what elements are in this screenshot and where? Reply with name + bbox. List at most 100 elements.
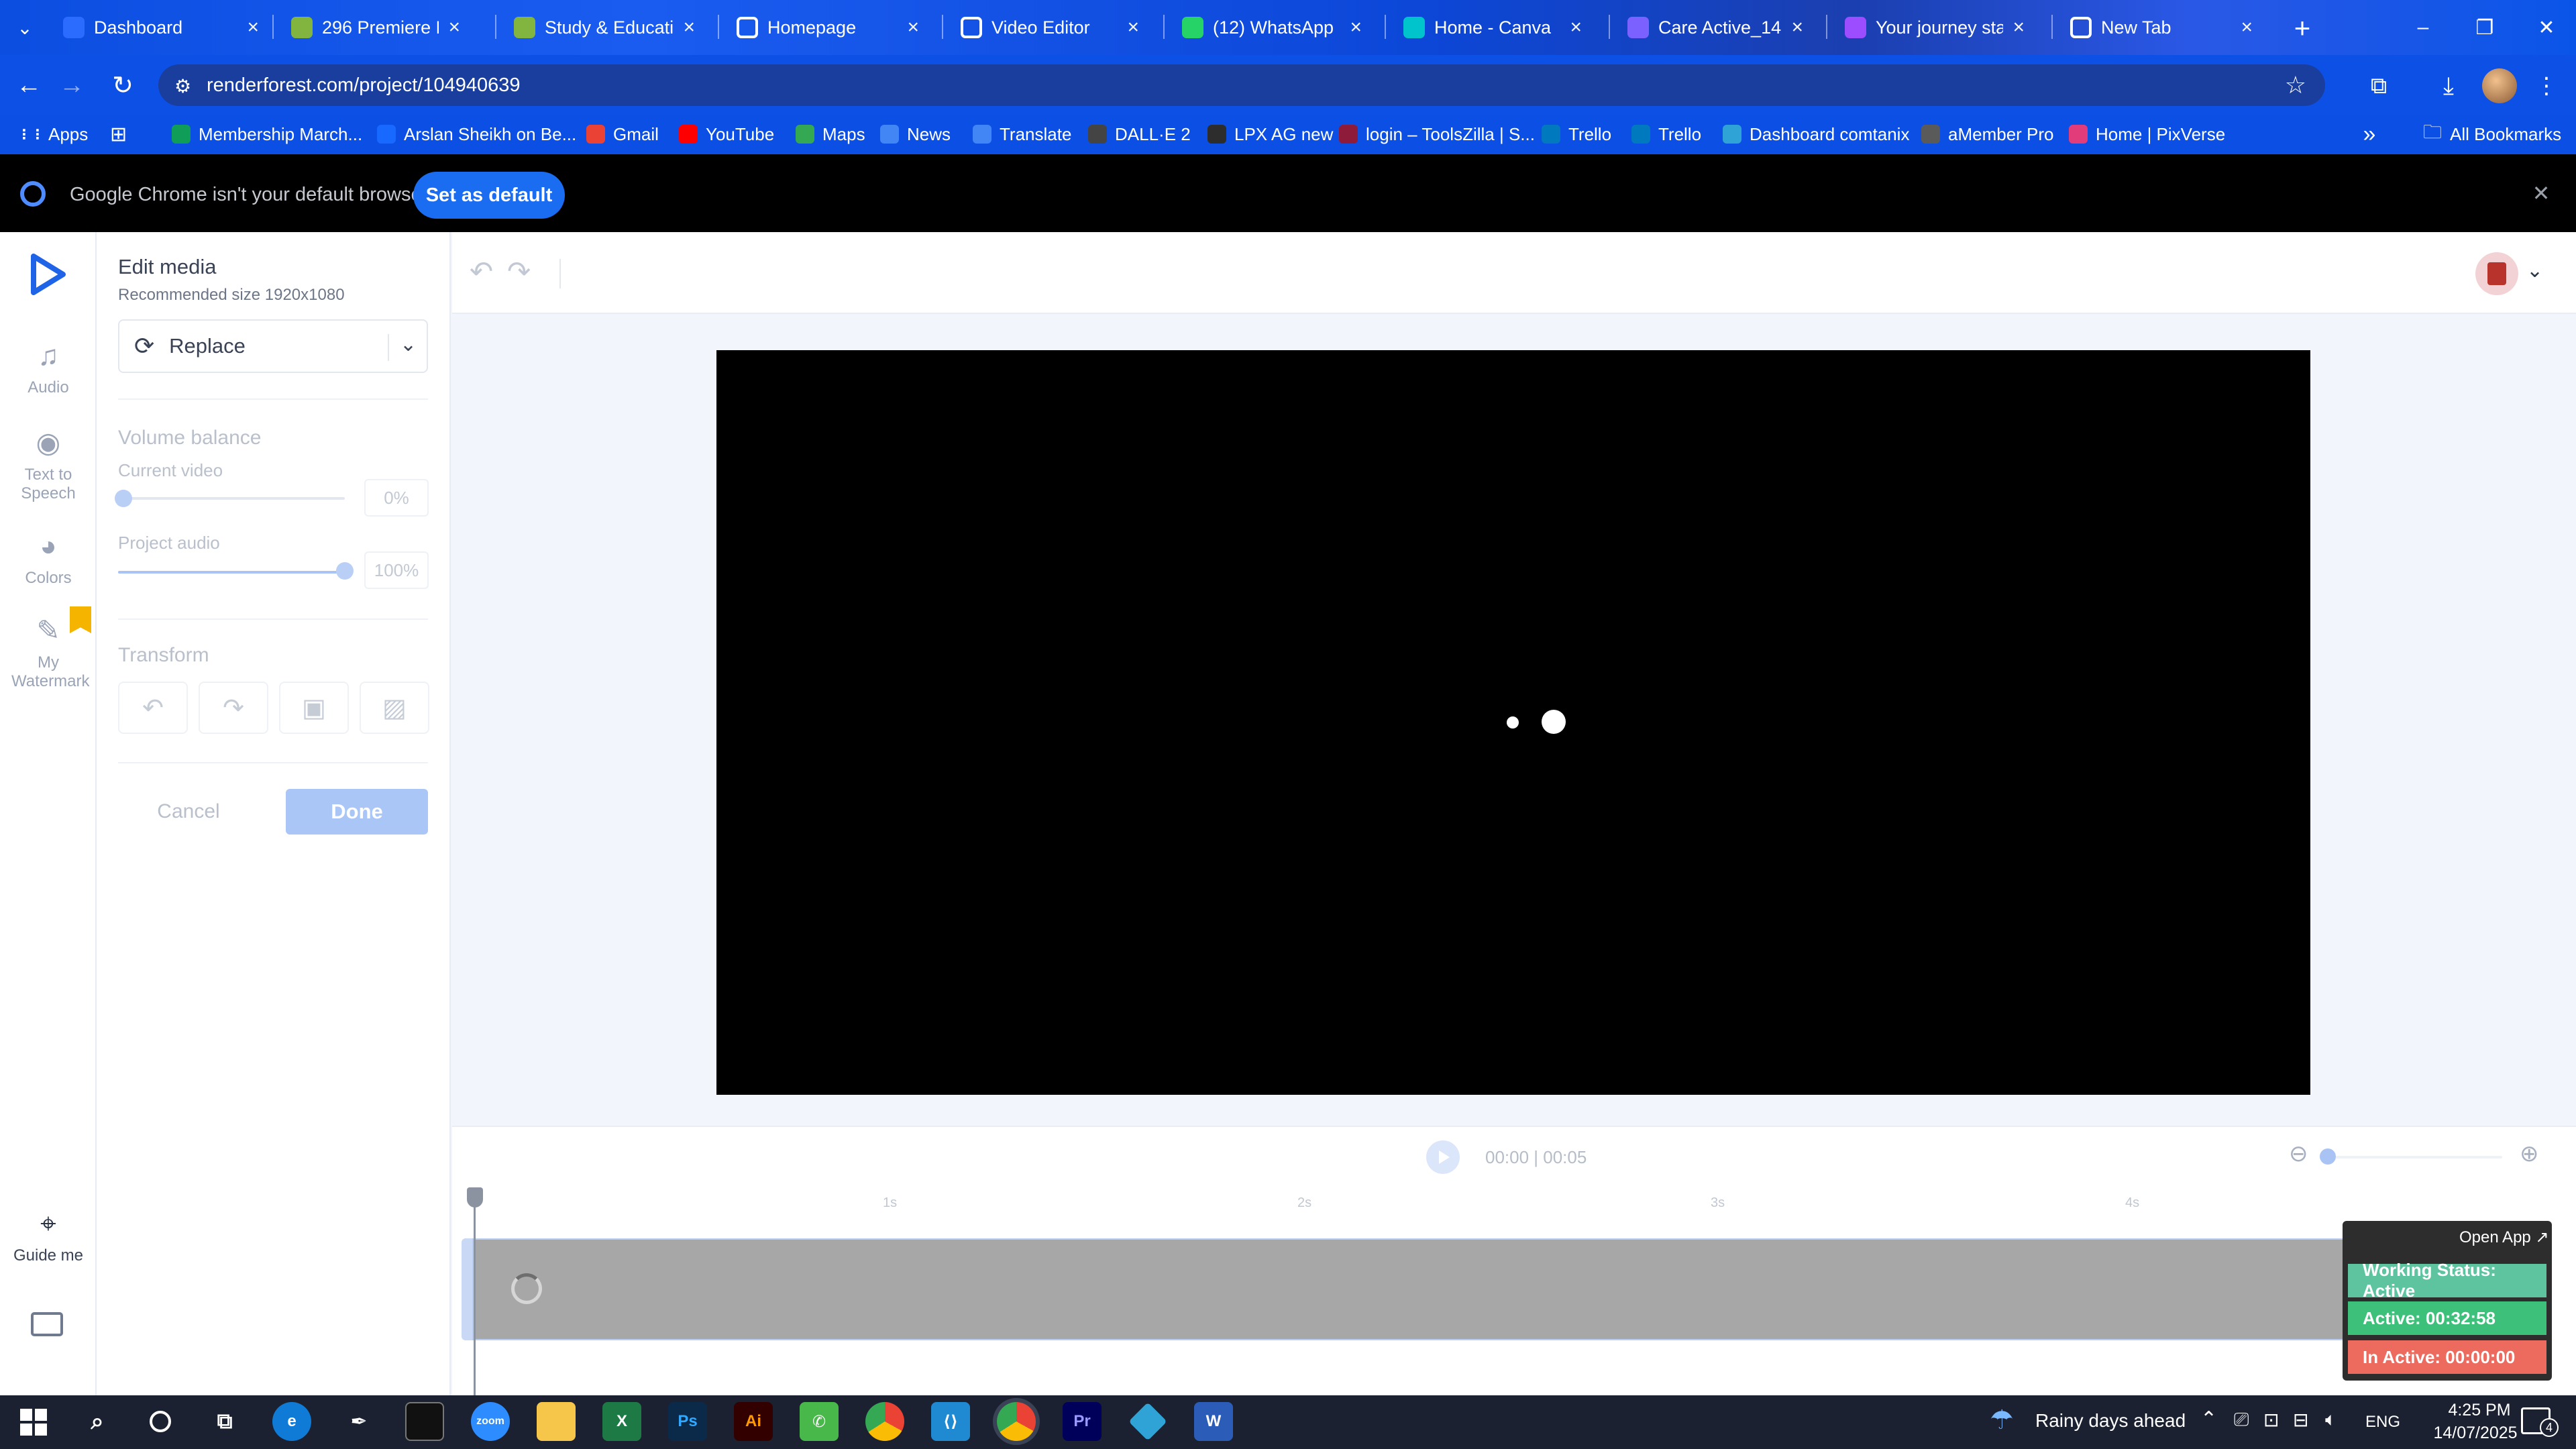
tab-close-icon[interactable]: × xyxy=(1791,16,1803,39)
bookmark-item[interactable]: Maps xyxy=(796,119,865,149)
tab-6[interactable]: (12) WhatsApp × xyxy=(1166,5,1378,50)
chrome-icon[interactable] xyxy=(865,1402,904,1441)
rotate-left-button[interactable]: ↶ xyxy=(118,682,188,734)
bookmark-item[interactable]: Trello xyxy=(1542,119,1611,149)
rail-item-audio[interactable]: ♫ Audio xyxy=(0,339,97,397)
tab-8[interactable]: Care Active_14.7.2 × xyxy=(1611,5,1819,50)
account-chevron-icon[interactable]: ⌄ xyxy=(2526,259,2543,282)
search-icon[interactable]: ⌕ xyxy=(78,1402,117,1441)
all-bookmarks-item[interactable]: 🗀 All Bookmarks xyxy=(2423,119,2561,149)
tab-3[interactable]: Study & Education × xyxy=(498,5,711,50)
window-close-button[interactable]: ✕ xyxy=(2516,0,2576,55)
bookmark-item[interactable]: Gmail xyxy=(586,119,659,149)
extensions-icon[interactable]: ⧉ xyxy=(2361,68,2396,103)
replace-dropdown[interactable]: ⟳ Replace ⌄ xyxy=(118,319,428,373)
tray-app-icon[interactable]: ⎚ xyxy=(2234,1409,2249,1431)
edge-icon[interactable]: e xyxy=(272,1402,311,1441)
bookmark-item[interactable]: aMember Pro xyxy=(1921,119,2054,149)
restore-button[interactable]: ❐ xyxy=(2454,0,2516,55)
site-info-icon[interactable]: ⚙ xyxy=(174,75,191,97)
user-avatar[interactable] xyxy=(2475,252,2518,295)
illustrator-icon[interactable]: Ai xyxy=(734,1402,773,1441)
network-icon[interactable]: ⊟ xyxy=(2293,1409,2308,1431)
current-video-slider-track[interactable] xyxy=(118,497,345,500)
zoom-icon[interactable]: zoom xyxy=(471,1402,510,1441)
photoshop-icon[interactable]: Ps xyxy=(668,1402,707,1441)
bookmark-item[interactable]: DALL·E 2 xyxy=(1088,119,1191,149)
zoom-in-icon[interactable]: ⊕ xyxy=(2520,1140,2539,1167)
cortana-icon[interactable] xyxy=(141,1402,180,1441)
tab-7[interactable]: Home - Canva × xyxy=(1387,5,1598,50)
language-indicator[interactable]: ENG xyxy=(2365,1413,2400,1432)
minimize-button[interactable]: – xyxy=(2392,0,2454,55)
zoom-out-icon[interactable]: ⊖ xyxy=(2289,1140,2308,1167)
tab-10[interactable]: New Tab × xyxy=(2054,5,2269,50)
tray-remote-icon[interactable]: ⊡ xyxy=(2263,1409,2279,1431)
bookmark-item[interactable]: Arslan Sheikh on Be... xyxy=(377,119,576,149)
tab-search-button[interactable]: ⌄ xyxy=(9,12,40,43)
tab-close-icon[interactable]: × xyxy=(247,16,259,39)
bookmark-item[interactable]: LPX AG new xyxy=(1208,119,1333,149)
tab-close-icon[interactable]: × xyxy=(448,16,460,39)
zoom-slider-track[interactable] xyxy=(2328,1156,2502,1159)
downloads-icon[interactable]: ⤓ xyxy=(2431,68,2466,103)
zoom-slider-knob[interactable] xyxy=(2320,1148,2336,1165)
current-video-slider-knob[interactable] xyxy=(115,490,132,507)
tab-9[interactable]: Your journey start × xyxy=(1829,5,2041,50)
tab-close-icon[interactable]: × xyxy=(2241,16,2253,39)
redo-icon[interactable]: ↷ xyxy=(507,255,531,288)
tab-close-icon[interactable]: × xyxy=(1127,16,1139,39)
windows-start-icon[interactable] xyxy=(20,1409,47,1436)
bookmark-item[interactable]: login – ToolsZilla | S... xyxy=(1339,119,1535,149)
chevron-down-icon[interactable]: ⌄ xyxy=(400,333,417,356)
guide-me-button[interactable]: ⌖ Guide me xyxy=(0,1208,97,1265)
tab-close-icon[interactable]: × xyxy=(907,16,919,39)
renderforest-logo[interactable] xyxy=(28,252,68,297)
tab-close-icon[interactable]: × xyxy=(2012,16,2025,39)
file-explorer-icon[interactable] xyxy=(537,1402,576,1441)
bookmark-item[interactable]: YouTube xyxy=(679,119,774,149)
rail-item-colors[interactable]: ◕ Colors xyxy=(0,530,97,588)
bookmark-item[interactable]: Translate xyxy=(973,119,1071,149)
playhead-handle[interactable] xyxy=(467,1187,483,1208)
new-tab-button[interactable]: + xyxy=(2284,9,2321,47)
undo-icon[interactable]: ↶ xyxy=(470,255,493,288)
fill-image-button[interactable]: ▨ xyxy=(360,682,429,734)
play-button[interactable] xyxy=(1426,1140,1460,1174)
vscode-icon[interactable]: ⟨⟩ xyxy=(931,1402,970,1441)
task-view-icon[interactable]: ⧉ xyxy=(205,1402,244,1441)
done-button[interactable]: Done xyxy=(286,789,428,835)
pen-tool-icon[interactable]: ✒ xyxy=(339,1402,378,1441)
bookmark-item[interactable]: Dashboard comtanix xyxy=(1723,119,1909,149)
tray-chevron-icon[interactable]: ⌃ xyxy=(2200,1407,2217,1431)
rotate-right-button[interactable]: ↷ xyxy=(199,682,268,734)
project-audio-slider-knob[interactable] xyxy=(336,562,354,580)
infobar-close-icon[interactable]: ✕ xyxy=(2528,180,2555,207)
back-arrow-icon[interactable]: ← xyxy=(13,70,44,101)
timeline-clip[interactable] xyxy=(472,1238,2344,1340)
address-bar[interactable]: ⚙ renderforest.com/project/104940639 ☆ xyxy=(158,64,2325,106)
bookmark-item[interactable]: ⋮⋮ Apps xyxy=(17,119,88,149)
keyboard-shortcuts-icon[interactable] xyxy=(31,1312,63,1336)
set-default-button[interactable]: Set as default xyxy=(413,172,565,219)
chrome-active-icon[interactable] xyxy=(997,1402,1036,1441)
volume-icon[interactable]: 🔈︎ xyxy=(2325,1409,2337,1431)
weather-text[interactable]: Rainy days ahead xyxy=(2035,1410,2186,1432)
bookmarks-overflow-icon[interactable]: » xyxy=(2356,119,2383,149)
fit-image-button[interactable]: ▣ xyxy=(279,682,349,734)
tab-5[interactable]: Video Editor × xyxy=(945,5,1155,50)
tab-close-icon[interactable]: × xyxy=(1350,16,1362,39)
excel-icon[interactable]: X xyxy=(602,1402,641,1441)
phone-app-icon[interactable]: ✆ xyxy=(800,1402,839,1441)
clock-time[interactable]: 4:25 PM xyxy=(2426,1401,2533,1420)
tab-close-icon[interactable]: × xyxy=(683,16,695,39)
open-app-button[interactable]: Open App ↗ xyxy=(2459,1228,2549,1247)
tab-close-icon[interactable]: × xyxy=(1570,16,1582,39)
bookmark-item[interactable]: Membership March... xyxy=(172,119,362,149)
bookmark-star-icon[interactable]: ☆ xyxy=(2285,71,2306,99)
tab-4[interactable]: Homepage × xyxy=(720,5,935,50)
terminal-icon[interactable] xyxy=(405,1402,444,1441)
tab-1[interactable]: Dashboard × xyxy=(47,5,275,50)
rail-item-text-to-speech[interactable]: ◉ Text to Speech xyxy=(0,427,97,502)
word-icon[interactable]: W xyxy=(1194,1402,1233,1441)
